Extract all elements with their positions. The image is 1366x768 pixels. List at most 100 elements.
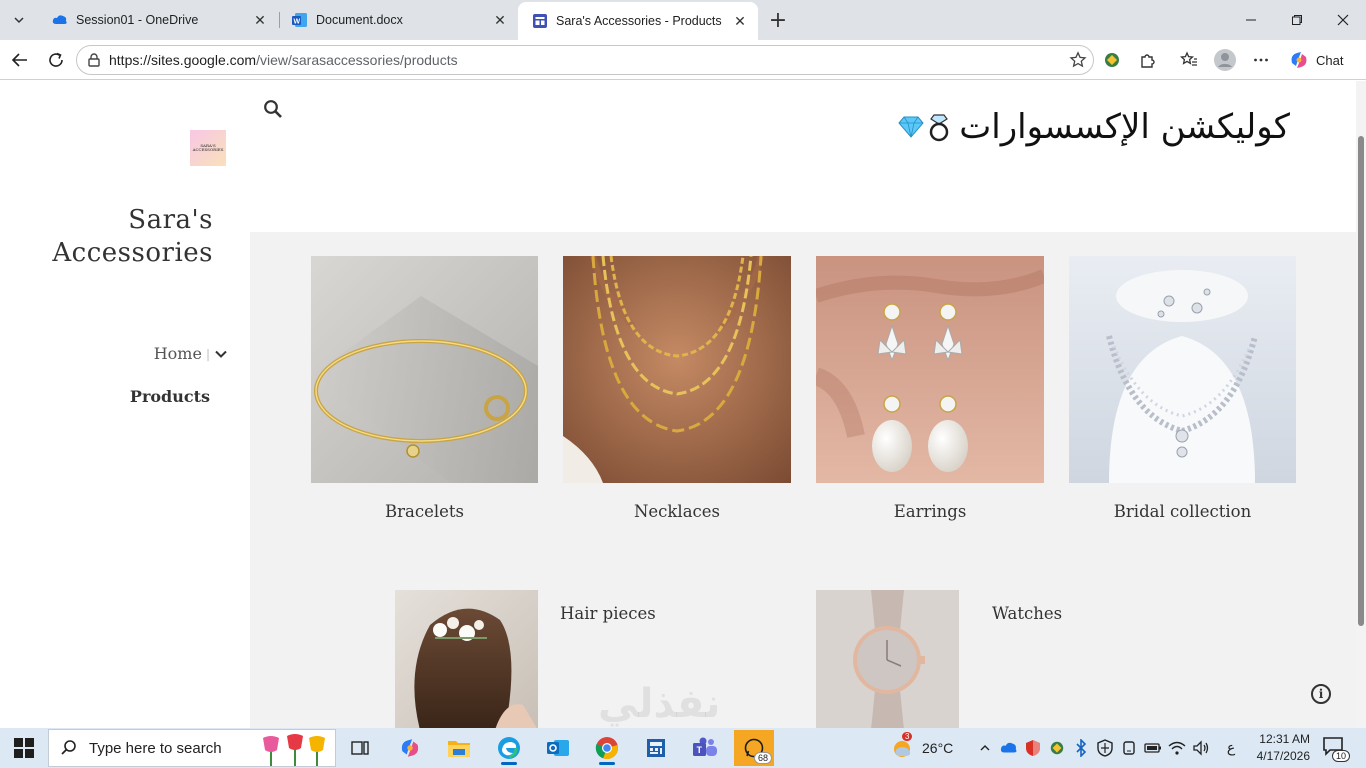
product-label[interactable]: Earrings <box>816 502 1044 521</box>
battery-icon[interactable] <box>1144 739 1162 757</box>
site-logo[interactable]: SARA'S ACCESSORIES <box>190 130 226 166</box>
nav-home-label: Home <box>153 344 202 363</box>
calculator-app[interactable] <box>636 730 676 766</box>
close-window-button[interactable] <box>1320 0 1366 40</box>
wifi-icon[interactable] <box>1168 739 1186 757</box>
security-shield-icon[interactable] <box>1024 739 1042 757</box>
chevron-down-icon <box>14 17 24 24</box>
more-horizontal-icon <box>1254 58 1268 62</box>
product-label[interactable]: Necklaces <box>563 502 791 521</box>
edge-browser-app[interactable] <box>489 730 529 766</box>
start-button[interactable] <box>14 738 34 758</box>
notification-count-badge: 10 <box>1331 750 1350 762</box>
product-card-watches[interactable] <box>816 590 959 728</box>
product-label[interactable]: Bracelets <box>311 502 538 521</box>
bracelet-image <box>311 256 538 483</box>
chevron-down-icon[interactable] <box>214 347 228 361</box>
notification-center-button[interactable]: 10 <box>1322 736 1350 762</box>
product-card-necklaces[interactable] <box>563 256 791 483</box>
site-title[interactable]: Sara's Accessories <box>52 204 213 270</box>
address-bar[interactable]: https://sites.google.com/view/sarasacces… <box>76 45 1094 75</box>
tab-title: Session01 - OneDrive <box>76 13 199 27</box>
outlook-icon <box>547 740 569 756</box>
new-tab-button[interactable]: + <box>764 8 792 33</box>
site-sidebar: SARA'S ACCESSORIES Sara's Accessories Ho… <box>0 81 250 728</box>
taskbar-clock[interactable]: 12:31 AM 4/17/2026 <box>1246 731 1310 765</box>
search-placeholder: Type here to search <box>89 739 222 757</box>
nav-item-products[interactable]: Products <box>130 387 210 406</box>
teams-app[interactable]: T <box>685 730 725 766</box>
nav-item-home[interactable]: Home | <box>154 344 228 363</box>
clock-date: 4/17/2026 <box>1256 749 1310 763</box>
page-scrollbar[interactable] <box>1356 81 1366 728</box>
close-tab-icon[interactable]: ✕ <box>248 8 272 32</box>
site-search-button[interactable] <box>262 98 286 122</box>
tab-onedrive[interactable]: Session01 - OneDrive ✕ <box>38 0 278 40</box>
bluetooth-icon[interactable] <box>1072 739 1090 757</box>
gem-icon <box>898 116 924 138</box>
tab-sara-accessories[interactable]: Sara's Accessories - Products ✕ <box>518 2 758 40</box>
edge-icon <box>498 737 520 759</box>
clock-time: 12:31 AM <box>1259 732 1310 746</box>
product-card-earrings[interactable] <box>816 256 1044 483</box>
taskbar-search-box[interactable]: Type here to search <box>48 729 336 767</box>
chevron-up-icon <box>980 745 990 751</box>
volume-icon[interactable] <box>1192 739 1210 757</box>
browser-toolbar: https://sites.google.com/view/sarasacces… <box>0 40 1366 80</box>
favorite-star-icon[interactable] <box>1063 51 1093 69</box>
chrome-icon <box>595 737 618 760</box>
copilot-app[interactable] <box>390 730 430 766</box>
restore-button[interactable] <box>1274 0 1320 40</box>
url-host: https://sites.google.com <box>109 52 257 68</box>
task-view-button[interactable] <box>340 730 380 766</box>
bridal-set-image <box>1069 256 1296 483</box>
profile-button[interactable] <box>1211 46 1239 74</box>
site-info-icon[interactable] <box>79 52 109 68</box>
weather-sun-icon: 3 <box>890 732 914 760</box>
back-button[interactable] <box>6 46 34 74</box>
arrow-left-icon <box>11 53 27 67</box>
tab-document[interactable]: W Document.docx ✕ <box>278 0 518 40</box>
favorites-button[interactable] <box>1175 46 1203 74</box>
watermark-text: نفذلي <box>598 681 721 727</box>
chrome-app[interactable] <box>587 730 627 766</box>
teams-icon: T <box>693 737 717 756</box>
refresh-button[interactable] <box>42 46 70 74</box>
onedrive-tray-icon[interactable] <box>1000 739 1018 757</box>
product-label[interactable]: Watches <box>992 604 1062 623</box>
site-title-line2: Accessories <box>52 238 213 268</box>
product-card-bracelets[interactable] <box>311 256 538 483</box>
scrollbar-thumb[interactable] <box>1358 136 1364 626</box>
close-tab-icon[interactable]: ✕ <box>728 9 752 33</box>
device-icon[interactable] <box>1120 739 1138 757</box>
product-label[interactable]: Hair pieces <box>560 604 656 623</box>
webpage-content: SARA'S ACCESSORIES Sara's Accessories Ho… <box>0 81 1366 728</box>
minimize-icon <box>1246 19 1256 21</box>
product-card-hair-pieces[interactable] <box>395 590 538 728</box>
product-label[interactable]: Bridal collection <box>1069 502 1296 521</box>
folder-icon <box>448 741 470 757</box>
product-card-bridal-collection[interactable] <box>1069 256 1296 483</box>
search-icon <box>49 739 89 757</box>
copilot-chat-button[interactable]: Chat <box>1288 48 1343 72</box>
windows-security-icon[interactable] <box>1096 739 1114 757</box>
extension-button[interactable] <box>1098 46 1126 74</box>
earrings-image <box>816 256 1044 483</box>
minimize-button[interactable] <box>1228 0 1274 40</box>
show-hidden-icons-button[interactable] <box>976 739 994 757</box>
input-language-indicator[interactable]: ع <box>1222 739 1240 757</box>
site-info-button[interactable]: i <box>1311 684 1331 704</box>
google-sites-icon <box>532 13 548 29</box>
tulips-search-highlight-icon <box>259 732 331 766</box>
file-explorer-app[interactable] <box>439 730 479 766</box>
whatsapp-app[interactable]: 68 <box>734 730 774 766</box>
extension-gem-tray-icon[interactable] <box>1048 739 1066 757</box>
refresh-icon <box>49 52 63 67</box>
outlook-app[interactable] <box>538 730 578 766</box>
close-tab-icon[interactable]: ✕ <box>488 8 512 32</box>
weather-widget[interactable]: 3 26°C <box>890 732 953 760</box>
extensions-button[interactable] <box>1134 46 1162 74</box>
copilot-icon <box>401 739 419 757</box>
tab-list-button[interactable] <box>6 8 32 32</box>
settings-more-button[interactable] <box>1247 46 1275 74</box>
